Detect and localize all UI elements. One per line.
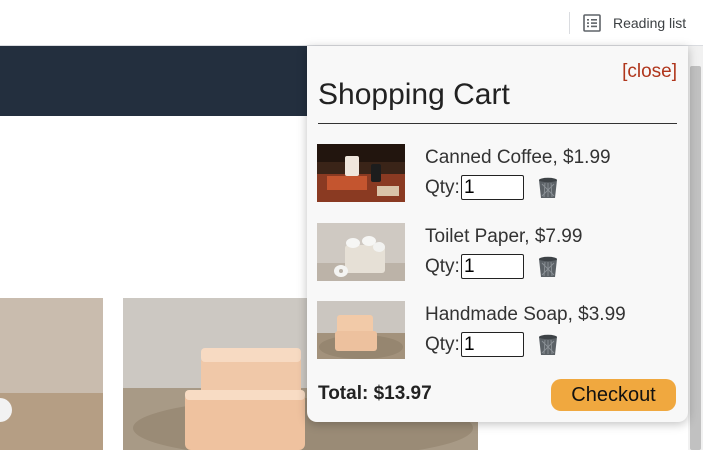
coffee-image <box>317 144 405 202</box>
cart-item-name: Handmade Soap, $3.99 <box>425 304 626 325</box>
cart-title: Shopping Cart <box>318 78 510 111</box>
close-cart-link[interactable]: [close] <box>622 61 677 83</box>
product-image-left[interactable] <box>0 298 103 450</box>
cart-divider <box>318 123 677 124</box>
cart-item-name: Toilet Paper, $7.99 <box>425 226 583 247</box>
cart-item-qty-label: Qty: <box>425 177 460 198</box>
cart-item-thumbnail <box>317 144 405 202</box>
cart-item-thumbnail <box>317 223 405 281</box>
cart-item: Canned Coffee, $1.99 Qty: <box>317 144 677 204</box>
trash-icon[interactable] <box>536 333 560 357</box>
toolbar-separator <box>569 12 570 34</box>
cart-item: Handmade Soap, $3.99 Qty: <box>317 301 677 361</box>
cart-item: Toilet Paper, $7.99 Qty: <box>317 223 677 283</box>
cart-item-qty-input[interactable] <box>461 175 524 200</box>
cart-item-thumbnail <box>317 301 405 359</box>
cart-item-qty-label: Qty: <box>425 334 460 355</box>
product-photo <box>0 298 103 450</box>
trash-icon[interactable] <box>536 176 560 200</box>
trash-icon[interactable] <box>536 255 560 279</box>
checkout-button[interactable]: Checkout <box>551 379 676 411</box>
reading-list-icon <box>583 14 601 32</box>
reading-list-label: Reading list <box>613 15 687 31</box>
shopping-cart-panel: [close] Shopping Cart Canned Coffee, $1.… <box>307 46 688 422</box>
reading-list-button[interactable]: Reading list <box>582 11 686 35</box>
browser-toolbar: Reading list <box>0 0 703 46</box>
cart-total: Total: $13.97 <box>318 383 432 404</box>
cart-item-qty-input[interactable] <box>461 332 524 357</box>
soap-image <box>317 301 405 359</box>
page-scrollbar-thumb[interactable] <box>690 66 701 450</box>
cart-item-name: Canned Coffee, $1.99 <box>425 147 611 168</box>
toilet-paper-image <box>317 223 405 281</box>
cart-item-qty-label: Qty: <box>425 256 460 277</box>
cart-item-qty-input[interactable] <box>461 254 524 279</box>
